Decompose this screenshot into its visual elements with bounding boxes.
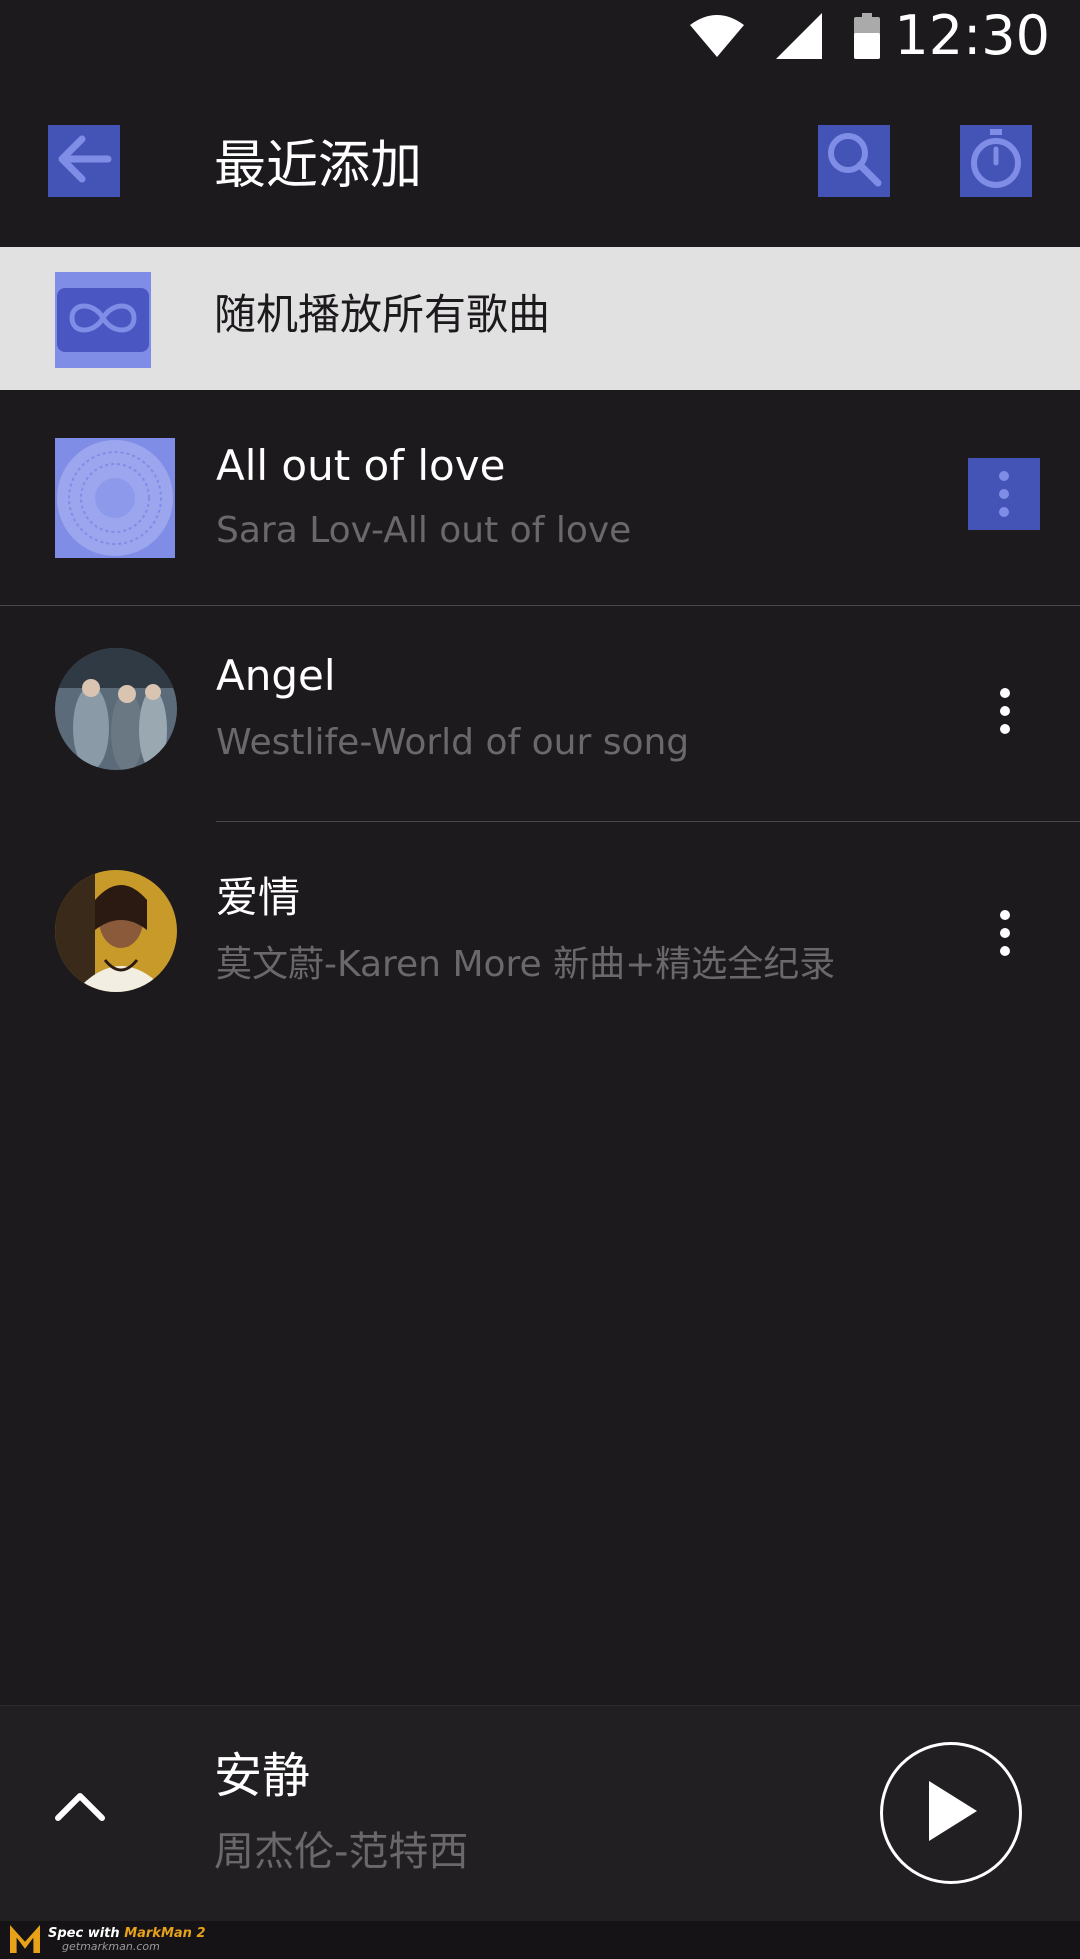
more-vert-icon-dot — [1000, 688, 1010, 698]
play-button[interactable] — [880, 1742, 1022, 1884]
album-art — [55, 870, 177, 992]
more-options-button[interactable] — [970, 676, 1040, 746]
brand-prefix: Spec with — [48, 1925, 125, 1941]
shuffle-all-row[interactable]: 随机播放所有歌曲 — [0, 247, 1080, 390]
list-item[interactable]: 爱情 莫文蔚-Karen More 新曲+精选全纪录 — [0, 822, 1080, 1038]
status-time: 12:30 — [894, 4, 1050, 67]
album-art — [55, 438, 175, 558]
song-subtitle: Westlife-World of our song — [216, 722, 690, 763]
more-options-button[interactable] — [970, 898, 1040, 968]
chevron-up-icon — [54, 1790, 106, 1826]
timer-button[interactable] — [960, 125, 1032, 197]
now-playing-subtitle: 周杰伦-范特西 — [214, 1829, 469, 1875]
toolbar: 最近添加 — [0, 100, 1080, 244]
song-subtitle: Sara Lov-All out of love — [216, 510, 632, 551]
song-list: All out of love Sara Lov-All out of love… — [0, 390, 1080, 1038]
brand-url: getmarkman.com — [62, 1939, 160, 1953]
brand-name: MarkMan 2 — [124, 1925, 206, 1941]
list-item[interactable]: All out of love Sara Lov-All out of love — [0, 390, 1080, 606]
song-title: All out of love — [216, 441, 506, 490]
song-title: 爱情 — [216, 873, 301, 922]
markman-footer: Spec with MarkMan 2 getmarkman.com — [0, 1921, 1080, 1959]
more-vert-icon-dot — [1000, 910, 1010, 920]
page-title: 最近添加 — [214, 136, 423, 196]
infinity-icon — [62, 296, 144, 344]
more-vert-icon-dot — [999, 471, 1009, 481]
status-icons — [690, 8, 880, 64]
cellular-signal-icon — [776, 13, 822, 59]
song-title: Angel — [216, 651, 336, 700]
stopwatch-icon — [968, 129, 1024, 193]
status-bar: 12:30 — [0, 0, 1080, 72]
album-art — [55, 648, 177, 770]
more-options-button[interactable] — [968, 458, 1040, 530]
song-subtitle: 莫文蔚-Karen More 新曲+精选全纪录 — [216, 944, 836, 985]
now-playing-bar[interactable]: 安静 周杰伦-范特西 — [0, 1705, 1080, 1922]
wifi-icon — [690, 15, 744, 57]
shuffle-icon-container — [55, 272, 151, 368]
battery-icon — [854, 13, 880, 59]
search-icon — [824, 129, 884, 193]
back-button[interactable] — [48, 125, 120, 197]
markman-brand: Spec with MarkMan 2 getmarkman.com — [10, 1925, 206, 1953]
play-icon — [923, 1779, 979, 1847]
arrow-left-icon — [56, 135, 112, 187]
shuffle-all-label: 随机播放所有歌曲 — [214, 290, 551, 339]
expand-button[interactable] — [48, 1776, 112, 1840]
markman-logo-icon — [10, 1925, 40, 1953]
list-item[interactable]: Angel Westlife-World of our song — [0, 606, 1080, 822]
now-playing-title: 安静 — [214, 1748, 311, 1804]
search-button[interactable] — [818, 125, 890, 197]
